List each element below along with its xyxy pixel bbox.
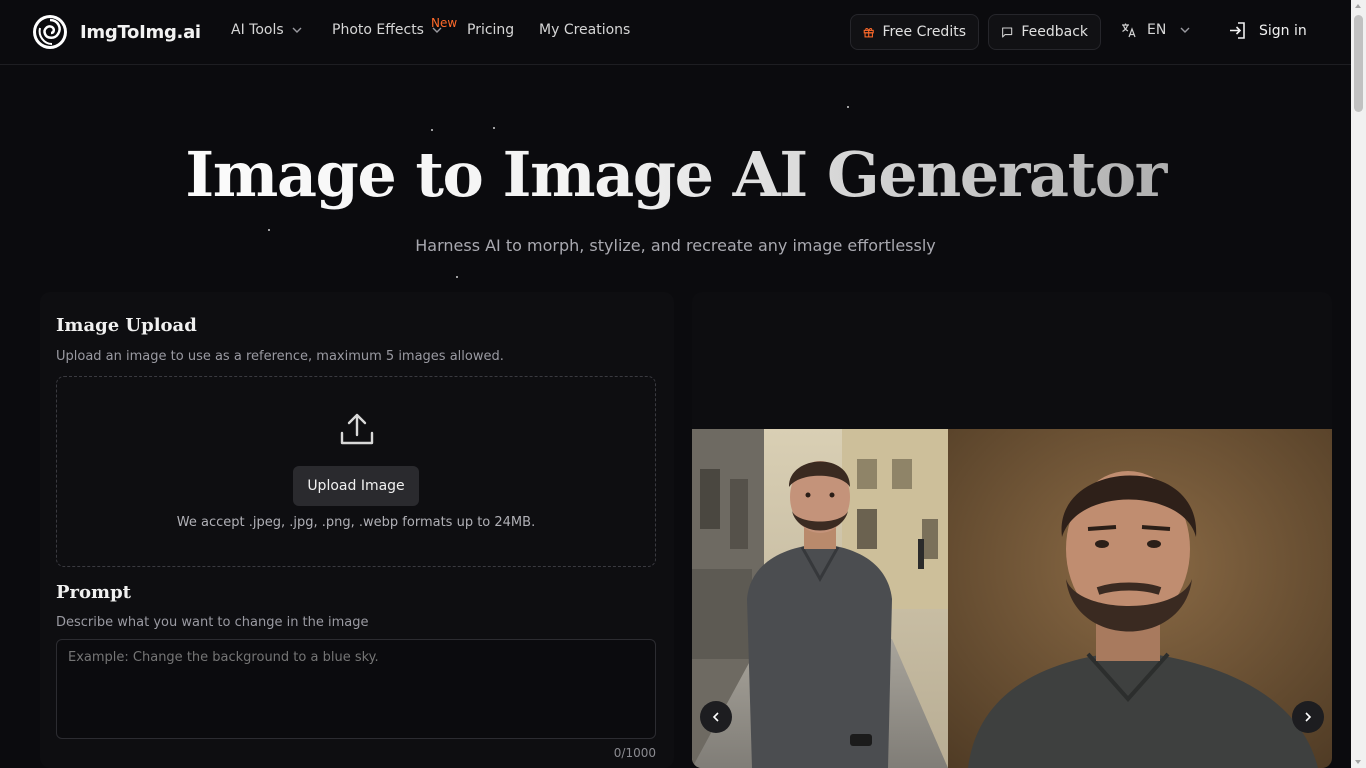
nav-pricing[interactable]: Pricing — [467, 22, 514, 38]
prompt-description: Describe what you want to change in the … — [56, 615, 369, 630]
nav-my-creations-label: My Creations — [539, 22, 631, 38]
brand-logo[interactable]: ImgToImg.ai — [32, 14, 201, 50]
page-scrollbar[interactable] — [1351, 0, 1366, 768]
language-label: EN — [1147, 22, 1167, 38]
translate-icon — [1122, 23, 1136, 38]
brand-name: ImgToImg.ai — [80, 21, 201, 43]
nav-my-creations[interactable]: My Creations — [539, 22, 630, 38]
example-preview-panel — [692, 292, 1332, 768]
accepted-formats-text: We accept .jpeg, .jpg, .png, .webp forma… — [176, 515, 536, 530]
prompt-char-counter: 0/1000 — [613, 746, 656, 760]
page-subtitle: Harness AI to morph, stylize, and recrea… — [415, 236, 936, 255]
decor-star — [456, 276, 458, 278]
message-icon — [1002, 26, 1013, 38]
sign-in-label: Sign in — [1259, 22, 1307, 39]
language-selector[interactable]: EN — [1121, 22, 1200, 38]
new-badge: New — [431, 16, 458, 30]
decor-star — [493, 127, 495, 129]
scroll-thumb[interactable] — [1354, 15, 1363, 112]
chevron-down-icon — [292, 27, 302, 33]
example-output-image — [948, 429, 1332, 768]
decor-star — [847, 106, 849, 108]
nav-pricing-label: Pricing — [467, 22, 515, 38]
free-credits-button[interactable]: Free Credits — [850, 14, 979, 50]
prompt-title: Prompt — [56, 582, 131, 603]
decor-star — [268, 229, 270, 231]
upload-icon — [340, 413, 374, 445]
nav-photo-effects[interactable]: Photo Effects — [332, 22, 442, 38]
prompt-input[interactable] — [56, 639, 656, 739]
page-title: Image to Image AI Generator — [0, 138, 1351, 211]
site-header: ImgToImg.ai AI Tools Photo Effects New P… — [0, 0, 1351, 65]
sign-in-icon — [1230, 22, 1245, 39]
nav-ai-tools[interactable]: AI Tools — [231, 22, 302, 38]
feedback-label: Feedback — [1021, 24, 1088, 40]
feedback-button[interactable]: Feedback — [988, 14, 1101, 50]
gift-icon — [863, 28, 874, 38]
nav-ai-tools-label: AI Tools — [231, 22, 284, 38]
previous-example-button[interactable] — [700, 701, 732, 733]
logo-swirl-icon — [33, 15, 67, 49]
decor-star — [431, 129, 433, 131]
scroll-down-arrow-icon[interactable] — [1355, 760, 1361, 764]
chevron-right-icon — [1305, 712, 1312, 722]
free-credits-label: Free Credits — [882, 24, 966, 40]
sign-in-button[interactable]: Sign in — [1228, 21, 1307, 40]
image-upload-title: Image Upload — [56, 315, 197, 336]
nav-photo-effects-label: Photo Effects — [332, 22, 424, 38]
upload-image-button[interactable]: Upload Image — [293, 466, 419, 506]
before-after-comparison — [692, 429, 1332, 768]
scroll-up-arrow-icon[interactable] — [1355, 4, 1361, 8]
chevron-down-icon — [1180, 27, 1190, 33]
image-upload-description: Upload an image to use as a reference, m… — [56, 349, 504, 364]
chevron-left-icon — [712, 712, 719, 722]
next-example-button[interactable] — [1292, 701, 1324, 733]
image-dropzone[interactable]: Upload Image We accept .jpeg, .jpg, .png… — [56, 376, 656, 567]
